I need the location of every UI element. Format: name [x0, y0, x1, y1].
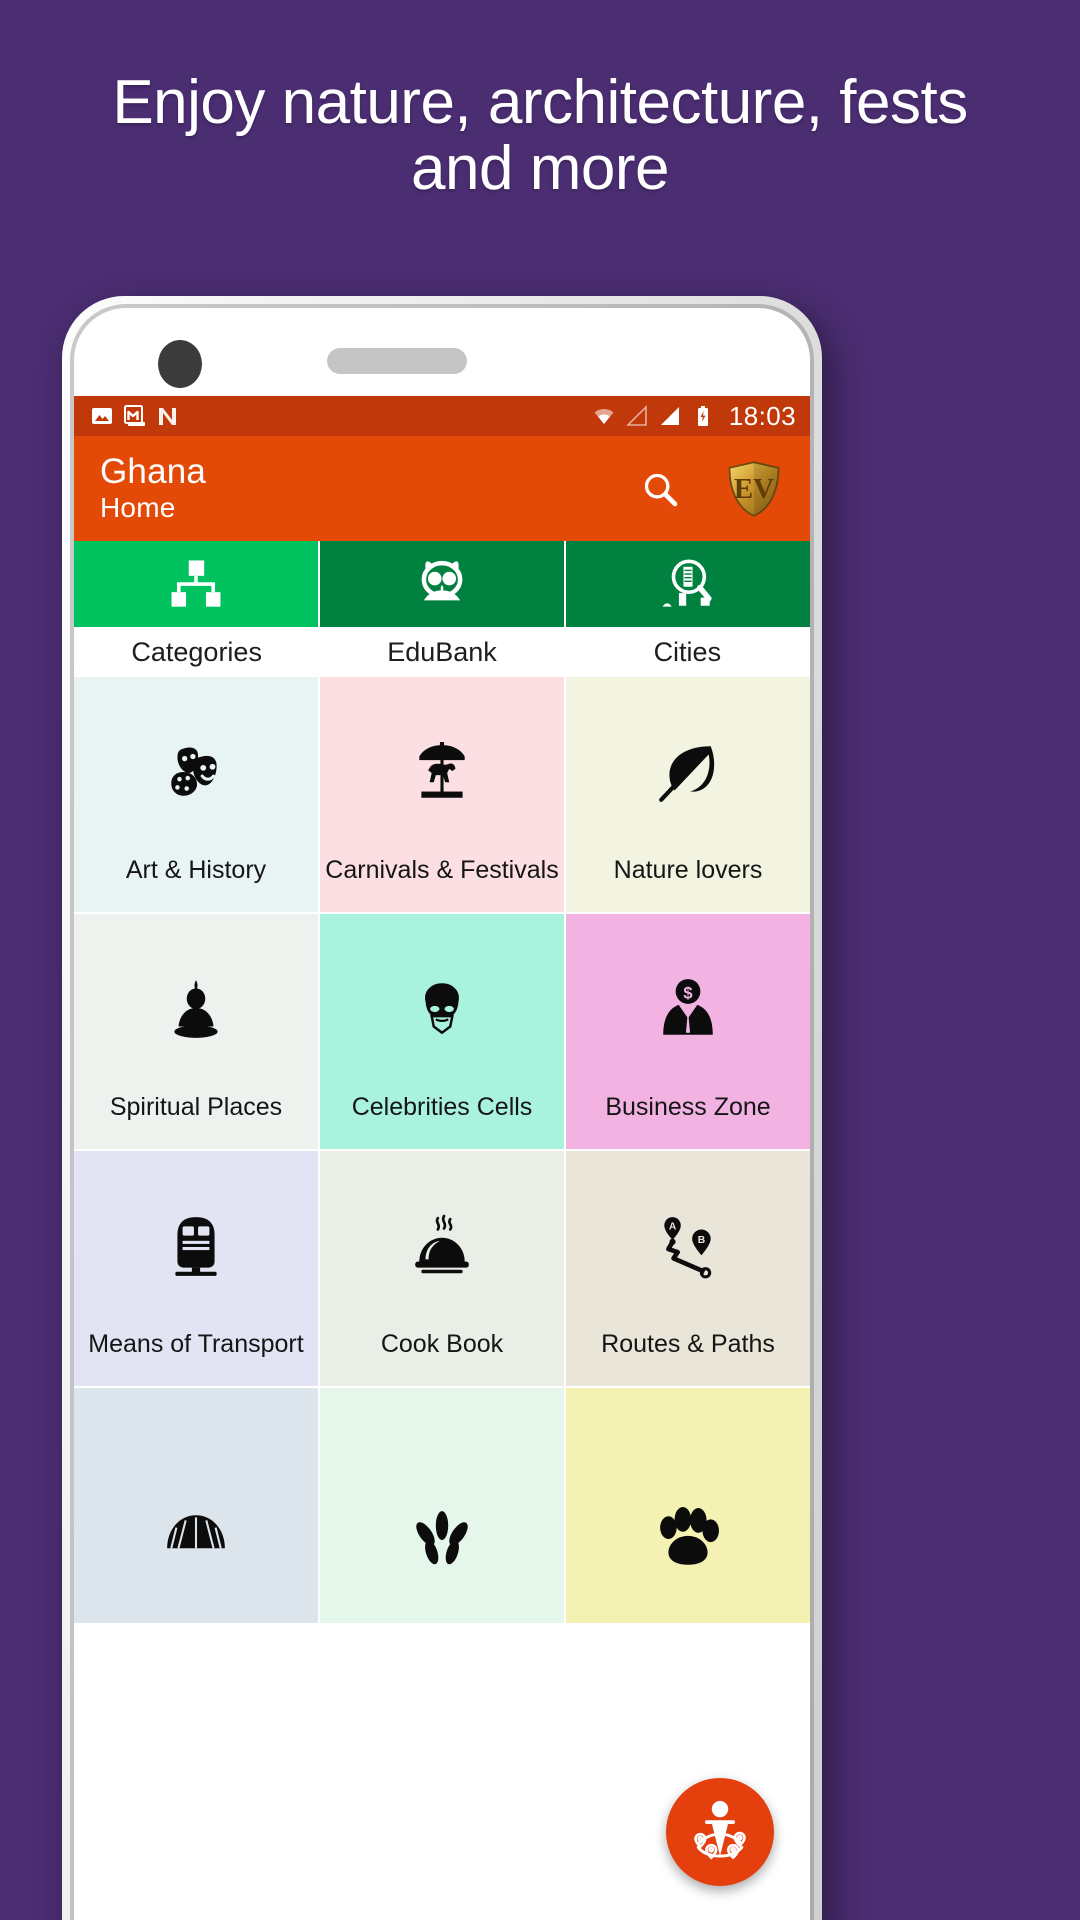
tab-edubank[interactable] [320, 541, 566, 627]
category-tile-celebrities-cells[interactable]: Celebrities Cells [320, 914, 564, 1149]
category-label: Nature lovers [613, 855, 763, 884]
category-tile-routes-paths[interactable]: A B Routes & Paths [566, 1151, 810, 1386]
train-icon [175, 1216, 217, 1276]
phone-screen: 18:03 Ghana Home EV Categories EduBank C… [74, 308, 810, 1920]
gmail-icon [124, 405, 145, 426]
signal-empty-icon [625, 405, 647, 426]
tile-icon-wrap [566, 677, 810, 857]
route-ab-icon: A B [664, 1216, 712, 1279]
category-label: Spiritual Places [109, 1092, 283, 1121]
image-icon [92, 408, 112, 424]
page-subtitle: Home [100, 492, 176, 524]
shell-icon [167, 1514, 225, 1549]
svg-text:B: B [698, 1235, 705, 1246]
tab-label-categories: Categories [131, 636, 262, 667]
tab-label-cities: Cities [653, 636, 722, 667]
app-screen: 18:03 Ghana Home EV Categories EduBank C… [74, 396, 810, 1920]
app-bar: Ghana Home EV [74, 436, 810, 541]
app-bar-titles: Ghana Home [100, 451, 207, 524]
promo-headline: Enjoy nature, architecture, fests and mo… [112, 68, 968, 204]
celebrity-face-icon [425, 982, 459, 1034]
n-app-icon [159, 408, 176, 425]
front-camera-icon [158, 340, 202, 388]
owl-icon [421, 560, 463, 601]
app-bar-actions: EV [638, 460, 786, 518]
search-icon [644, 473, 678, 506]
tab-categories[interactable] [74, 541, 320, 627]
phone-bezel: 18:03 Ghana Home EV Categories EduBank C… [70, 304, 814, 1920]
theatre-masks-icon [171, 747, 217, 796]
tile-icon-wrap: $ [566, 914, 810, 1094]
tab-bar [74, 541, 810, 627]
signal-full-icon [660, 407, 679, 425]
category-tile-means-of-transport[interactable]: Means of Transport [74, 1151, 318, 1386]
tile-icon-wrap [320, 1151, 564, 1331]
category-tile-shell[interactable] [74, 1388, 318, 1623]
businessman-icon: $ [663, 978, 713, 1035]
tile-icon-wrap [320, 1388, 564, 1595]
tile-icon-wrap [320, 677, 564, 857]
category-tile-paw[interactable] [566, 1388, 810, 1623]
tile-icon-wrap: A B [566, 1151, 810, 1331]
category-label: Means of Transport [88, 1329, 304, 1358]
paw-icon [660, 1506, 719, 1565]
brand-shield-logo[interactable]: EV [726, 460, 782, 518]
svg-text:$: $ [683, 984, 692, 1002]
earpiece-speaker [327, 348, 467, 374]
food-cloche-icon [415, 1214, 469, 1274]
promo-header: Enjoy nature, architecture, fests and mo… [0, 0, 1080, 300]
tab-label-cell-edubank[interactable]: EduBank [319, 627, 564, 677]
category-label: Business Zone [605, 1092, 771, 1121]
city-search-icon [662, 559, 712, 607]
brand-logo-text: EV [734, 472, 774, 504]
page-title: Ghana [100, 451, 207, 491]
category-tile-spiritual-places[interactable]: Spiritual Places [74, 914, 318, 1149]
status-bar-system-icons: 18:03 [592, 401, 796, 432]
category-tile-cook-book[interactable]: Cook Book [320, 1151, 564, 1386]
explore-person-pins-icon [694, 1800, 746, 1860]
carousel-icon [419, 741, 465, 798]
tile-icon-wrap [74, 1151, 318, 1331]
category-tile-business-zone[interactable]: $ Business Zone [566, 914, 810, 1149]
category-label: Art & History [125, 855, 267, 884]
tab-label-row: Categories EduBank Cities [74, 627, 810, 677]
category-tile-carnivals-festivals[interactable]: Carnivals & Festivals [320, 677, 564, 912]
tile-icon-wrap [320, 914, 564, 1094]
leaf-icon [659, 745, 715, 802]
category-grid: Art & History Carnivals & Festivals Natu… [74, 677, 810, 1623]
tab-label-edubank: EduBank [387, 636, 497, 667]
buddha-icon [174, 979, 218, 1038]
category-label: Routes & Paths [601, 1329, 775, 1358]
tab-label-cell-cities[interactable]: Cities [565, 627, 810, 677]
search-button[interactable] [638, 467, 682, 511]
battery-charging-icon [697, 406, 708, 426]
wifi-icon [594, 409, 614, 424]
tile-icon-wrap [74, 914, 318, 1094]
category-tile-nature-lovers[interactable]: Nature lovers [566, 677, 810, 912]
category-label: Celebrities Cells [351, 1092, 533, 1121]
svg-text:A: A [669, 1221, 677, 1232]
status-bar-notifications [90, 404, 180, 428]
category-tile-flower[interactable] [320, 1388, 564, 1623]
phone-hardware-top [74, 308, 810, 396]
tile-icon-wrap [74, 1388, 318, 1595]
category-label: Cook Book [380, 1329, 504, 1358]
tab-cities[interactable] [566, 541, 810, 627]
category-label: Carnivals & Festivals [325, 855, 559, 884]
tab-label-cell-categories[interactable]: Categories [74, 627, 319, 677]
sitemap-icon [171, 560, 221, 607]
flower-icon [416, 1510, 468, 1564]
phone-mockup-frame: 18:03 Ghana Home EV Categories EduBank C… [62, 296, 822, 1920]
status-time: 18:03 [728, 400, 796, 431]
tile-icon-wrap [74, 677, 318, 857]
status-bar: 18:03 [74, 396, 810, 436]
explore-fab-button[interactable] [666, 1778, 774, 1886]
category-tile-art-history[interactable]: Art & History [74, 677, 318, 912]
tile-icon-wrap [566, 1388, 810, 1595]
